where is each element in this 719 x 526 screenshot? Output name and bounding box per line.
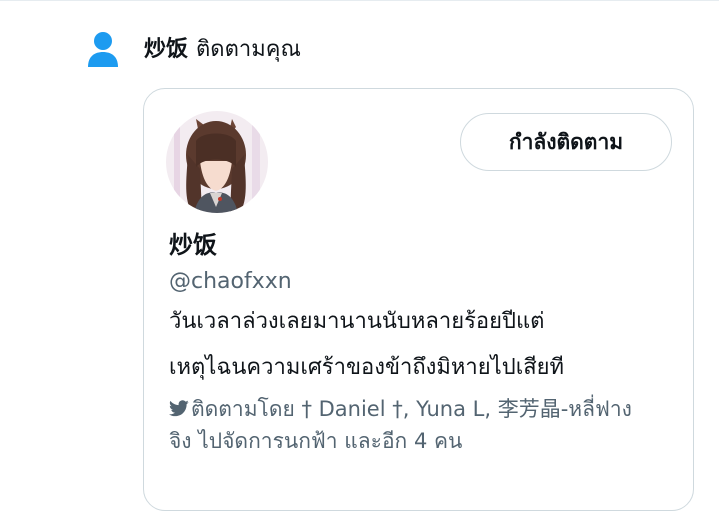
bio-line: เหตุไฉนความเศร้าของข้าถึงมิหายไปเสียที <box>169 355 565 380</box>
bio-line: วันเวลาล่วงเลยมานานนับหลายร้อยปีแต่ <box>169 309 545 334</box>
following-button[interactable]: กำลังติดตาม <box>460 113 672 171</box>
profile-bio: วันเวลาล่วงเลยมานานนับหลายร้อยปีแต่ เหตุ… <box>169 299 669 391</box>
profile-display-name[interactable]: 炒饭 <box>169 227 217 263</box>
profile-handle[interactable]: @chaofxxn <box>169 265 292 299</box>
notification-action: ติดตามคุณ <box>196 37 301 62</box>
top-divider <box>0 0 719 1</box>
profile-card[interactable]: กำลังติดตาม 炒饭 @chaofxxn วันเวลาล่วงเลยม… <box>143 88 694 511</box>
followed-by[interactable]: ติดตามโดย † Daniel †, Yuna L, 李芳晶-หลี่ฟา… <box>169 393 639 457</box>
bird-icon <box>169 394 189 417</box>
avatar[interactable] <box>166 111 268 213</box>
notification-text: 炒饭 ติดตามคุณ <box>144 30 301 70</box>
person-icon <box>86 30 120 70</box>
follow-notification[interactable]: 炒饭 ติดตามคุณ <box>86 30 301 70</box>
notification-actor-name[interactable]: 炒饭 <box>144 37 188 62</box>
followed-by-text: ติดตามโดย † Daniel †, Yuna L, 李芳晶-หลี่ฟา… <box>169 397 632 453</box>
